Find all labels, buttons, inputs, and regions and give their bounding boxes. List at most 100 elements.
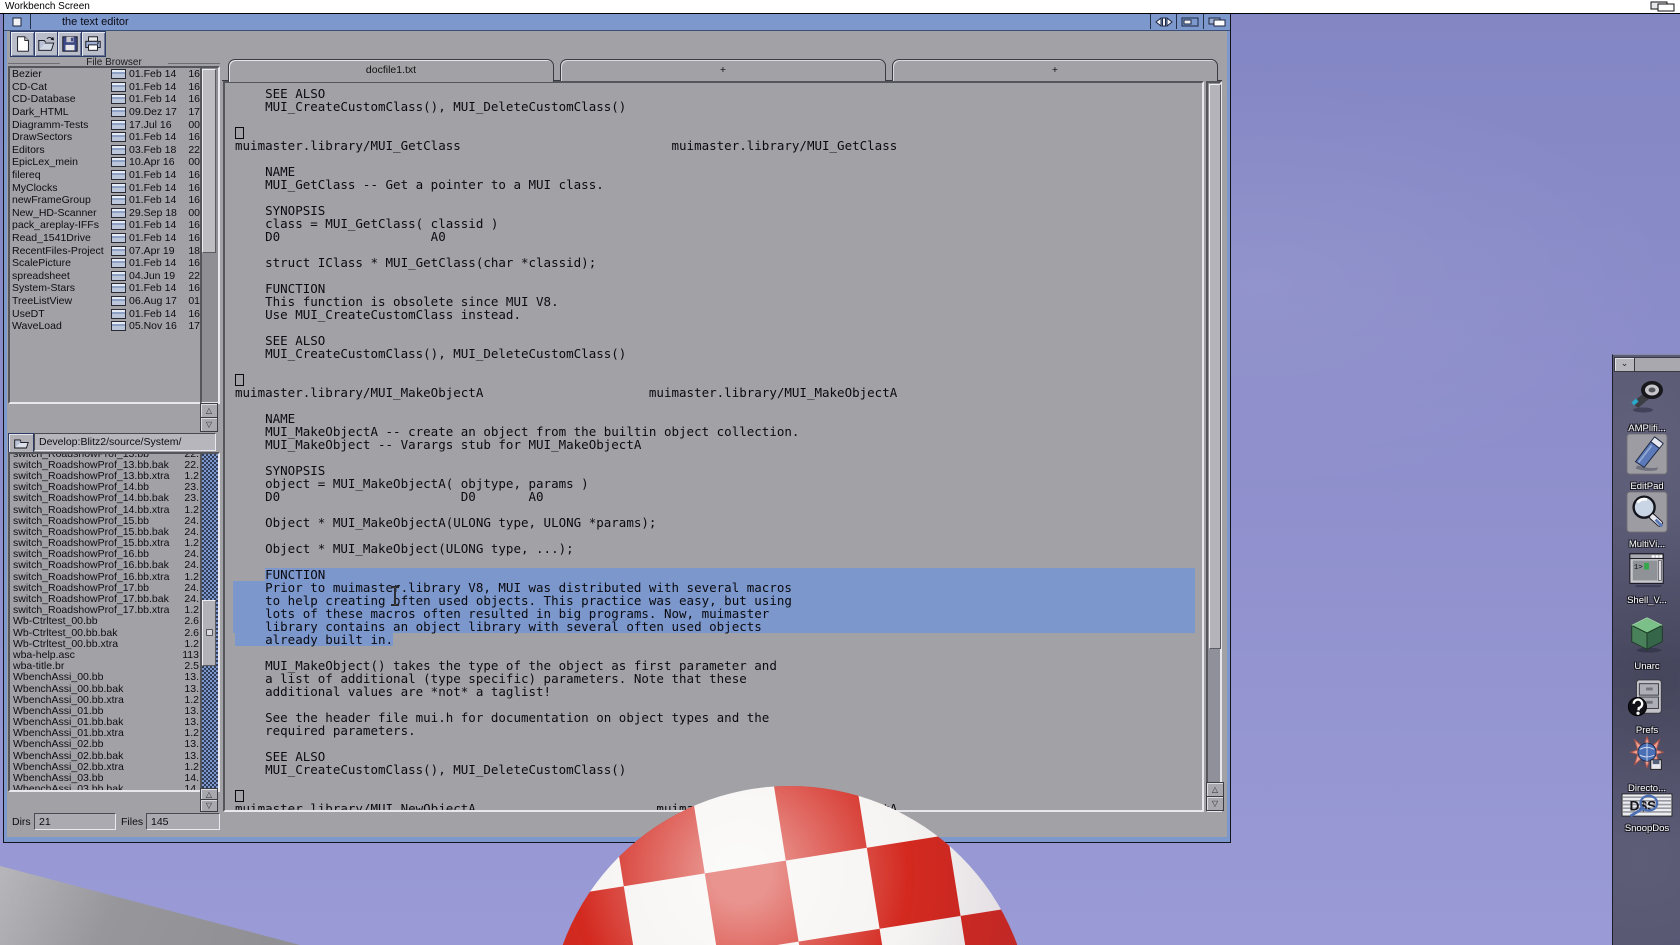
directory-row[interactable]: ScalePicture01.Feb 1416 bbox=[10, 257, 202, 270]
directory-row[interactable]: TreeListView06.Aug 1701 bbox=[10, 295, 202, 308]
file-row[interactable]: WbenchAssi_03.bb14. bbox=[10, 772, 202, 783]
file-row[interactable]: switch_RoadshowProf_15.bb.xtra1.2 bbox=[10, 538, 202, 549]
directory-row[interactable]: New_HD-Scanner29.Sep 1800 bbox=[10, 207, 202, 220]
directory-time: 16 bbox=[184, 282, 200, 294]
directory-row[interactable]: UseDT01.Feb 1416 bbox=[10, 307, 202, 320]
file-row[interactable]: switch_RoadshowProf_14.bb23. bbox=[10, 482, 202, 493]
directory-row[interactable]: pack_areplay-IFFs01.Feb 1416 bbox=[10, 219, 202, 232]
file-row[interactable]: switch_RoadshowProf_17.bb.bak24. bbox=[10, 593, 202, 604]
dock-item-snoopdos[interactable]: D$SSnoopDos bbox=[1613, 793, 1680, 834]
directory-list[interactable]: Bezier01.Feb 1416CD-Cat01.Feb 1416CD-Dat… bbox=[8, 66, 204, 404]
directory-scrollbar-knob[interactable] bbox=[202, 69, 216, 253]
directory-row[interactable]: Read_1541Drive01.Feb 1416 bbox=[10, 232, 202, 245]
file-row[interactable]: switch_RoadshowProf_14.bb.xtra1.2 bbox=[10, 504, 202, 515]
directory-row[interactable]: filereq01.Feb 1416 bbox=[10, 169, 202, 182]
directory-date: 29.Sep 18 bbox=[129, 207, 184, 219]
directory-date: 05.Nov 16 bbox=[129, 320, 184, 332]
file-row[interactable]: WbenchAssi_01.bb.xtra1.2 bbox=[10, 728, 202, 739]
file-row[interactable]: Wb-Ctrltest_00.bb2.6 bbox=[10, 616, 202, 627]
directory-row[interactable]: CD-Cat01.Feb 1416 bbox=[10, 81, 202, 94]
parent-folder-button[interactable] bbox=[8, 433, 34, 453]
file-row[interactable]: WbenchAssi_02.bb.xtra1.2 bbox=[10, 761, 202, 772]
dock-item-amplifi[interactable]: AMPlifi... bbox=[1613, 377, 1680, 434]
print-button[interactable] bbox=[81, 31, 106, 57]
file-scrollbar[interactable] bbox=[200, 452, 220, 792]
dock-item-shellv[interactable]: 1>Shell_V... bbox=[1613, 551, 1680, 606]
dock-item-editpad[interactable]: EditPad bbox=[1613, 433, 1680, 492]
tab-docfile1.txt[interactable]: docfile1.txt bbox=[228, 59, 554, 82]
file-row[interactable]: WbenchAssi_02.bb.bak13. bbox=[10, 750, 202, 761]
directory-row[interactable]: WaveLoad05.Nov 1617 bbox=[10, 320, 202, 333]
directory-row[interactable]: CD-Database01.Feb 1416 bbox=[10, 93, 202, 106]
file-row[interactable]: switch_RoadshowProf_15.bb.bak24. bbox=[10, 526, 202, 537]
dock-item-prefs[interactable]: Prefs bbox=[1613, 677, 1680, 736]
file-row[interactable]: WbenchAssi_00.bb.bak13. bbox=[10, 683, 202, 694]
editor-scrollbar[interactable] bbox=[1206, 81, 1222, 812]
directory-row[interactable]: Editors03.Feb 1822 bbox=[10, 144, 202, 157]
file-row[interactable]: switch_RoadshowProf_16.bb24. bbox=[10, 549, 202, 560]
drawer-icon bbox=[111, 94, 126, 104]
tab-new-2[interactable]: + bbox=[892, 59, 1218, 81]
drawer-icon bbox=[111, 195, 126, 205]
window-titlebar[interactable]: the text editor bbox=[4, 14, 1230, 31]
file-row[interactable]: Wb-Ctrltest_00.bb.bak2.6 bbox=[10, 627, 202, 638]
editor-scrollbar-knob[interactable] bbox=[1209, 84, 1221, 649]
directory-row[interactable]: MyClocks01.Feb 1416 bbox=[10, 181, 202, 194]
file-row[interactable]: WbenchAssi_03.bb.bak14. bbox=[10, 784, 202, 792]
directory-row[interactable]: Bezier01.Feb 1416 bbox=[10, 68, 202, 81]
dock-hide-gadget-icon[interactable]: ⌄ bbox=[1615, 358, 1635, 371]
editor-line: MUI_GetClass -- Get a pointer to a MUI c… bbox=[233, 178, 1195, 191]
directory-row[interactable]: Diagramm-Tests17.Jul 1600 bbox=[10, 118, 202, 131]
tab-new-1[interactable]: + bbox=[560, 59, 886, 81]
file-row[interactable]: WbenchAssi_00.bb13. bbox=[10, 672, 202, 683]
open-file-button[interactable] bbox=[34, 31, 59, 57]
file-row[interactable]: switch_RoadshowProf_14.bb.bak23. bbox=[10, 493, 202, 504]
directory-scrollbar[interactable] bbox=[200, 66, 220, 404]
directory-time: 16 bbox=[184, 232, 200, 244]
file-row[interactable]: Wb-Ctrltest_00.bb.xtra1.2 bbox=[10, 638, 202, 649]
file-row[interactable]: switch_RoadshowProf_16.bb.xtra1.2 bbox=[10, 571, 202, 582]
directory-row[interactable]: spreadsheet04.Jun 1922 bbox=[10, 270, 202, 283]
directory-row[interactable]: DrawSectors01.Feb 1416 bbox=[10, 131, 202, 144]
file-row[interactable]: switch_RoadshowProf_13.bb.bak22. bbox=[10, 459, 202, 470]
file-row[interactable]: WbenchAssi_01.bb.bak13. bbox=[10, 717, 202, 728]
screen-titlebar[interactable]: Workbench Screen bbox=[0, 0, 1680, 14]
editor-scroll-up-icon[interactable]: △ bbox=[1206, 782, 1224, 797]
file-row[interactable]: WbenchAssi_02.bb13. bbox=[10, 739, 202, 750]
file-name: switch_RoadshowProf_16.bb bbox=[13, 548, 173, 560]
file-row[interactable]: WbenchAssi_00.bb.xtra1.2 bbox=[10, 694, 202, 705]
drawer-icon bbox=[111, 283, 126, 293]
new-document-button[interactable] bbox=[10, 31, 35, 57]
directory-row[interactable]: EpicLex_mein10.Apr 1600 bbox=[10, 156, 202, 169]
file-row[interactable]: switch_RoadshowProf_13.bb.xtra1.2 bbox=[10, 470, 202, 481]
dock-item-multivi[interactable]: MultiVi... bbox=[1613, 491, 1680, 550]
dock-titlebar[interactable]: ⌄ bbox=[1614, 357, 1680, 372]
size-gadget-icon[interactable] bbox=[1150, 14, 1178, 29]
dir-scroll-down-icon[interactable]: ▽ bbox=[200, 417, 218, 432]
directory-row[interactable]: newFrameGroup01.Feb 1416 bbox=[10, 194, 202, 207]
file-row[interactable]: switch_RoadshowProf_15.bb24. bbox=[10, 515, 202, 526]
editor-text-area[interactable]: SEE ALSO MUI_CreateCustomClass(), MUI_De… bbox=[223, 81, 1204, 812]
file-row[interactable]: WbenchAssi_01.bb13. bbox=[10, 705, 202, 716]
directory-row[interactable]: System-Stars01.Feb 1416 bbox=[10, 282, 202, 295]
file-row[interactable]: switch_RoadshowProf_17.bb24. bbox=[10, 582, 202, 593]
depth-gadget-icon[interactable] bbox=[1203, 14, 1230, 29]
file-row[interactable]: wba-title.br2.5 bbox=[10, 661, 202, 672]
editor-scroll-down-icon[interactable]: ▽ bbox=[1206, 796, 1224, 811]
dock-item-unarc[interactable]: Unarc bbox=[1613, 613, 1680, 672]
path-field[interactable]: Develop:Blitz2/source/System/ bbox=[34, 433, 216, 451]
close-gadget-icon[interactable] bbox=[4, 14, 31, 29]
dir-scroll-up-icon[interactable]: △ bbox=[200, 403, 218, 418]
screen-depth-gadget-icon[interactable] bbox=[1650, 1, 1676, 12]
file-list[interactable]: switch_RoadshowProf_13.bb22.switch_Roads… bbox=[8, 452, 204, 792]
file-row[interactable]: switch_RoadshowProf_16.bb.bak24. bbox=[10, 560, 202, 571]
save-file-button[interactable] bbox=[57, 31, 82, 57]
file-row[interactable]: wba-help.asc113 bbox=[10, 649, 202, 660]
directory-row[interactable]: Dark_HTML09.Dez 1717 bbox=[10, 106, 202, 119]
file-scrollbar-knob[interactable] bbox=[202, 600, 216, 666]
dock-item-directo[interactable]: Directo... bbox=[1613, 735, 1680, 794]
file-row[interactable]: switch_RoadshowProf_17.bb.xtra1.2 bbox=[10, 605, 202, 616]
file-scroll-down-icon[interactable]: ▽ bbox=[200, 799, 218, 812]
directory-row[interactable]: RecentFiles-Project07.Apr 1918 bbox=[10, 244, 202, 257]
zoom-gadget-icon[interactable] bbox=[1176, 14, 1204, 29]
